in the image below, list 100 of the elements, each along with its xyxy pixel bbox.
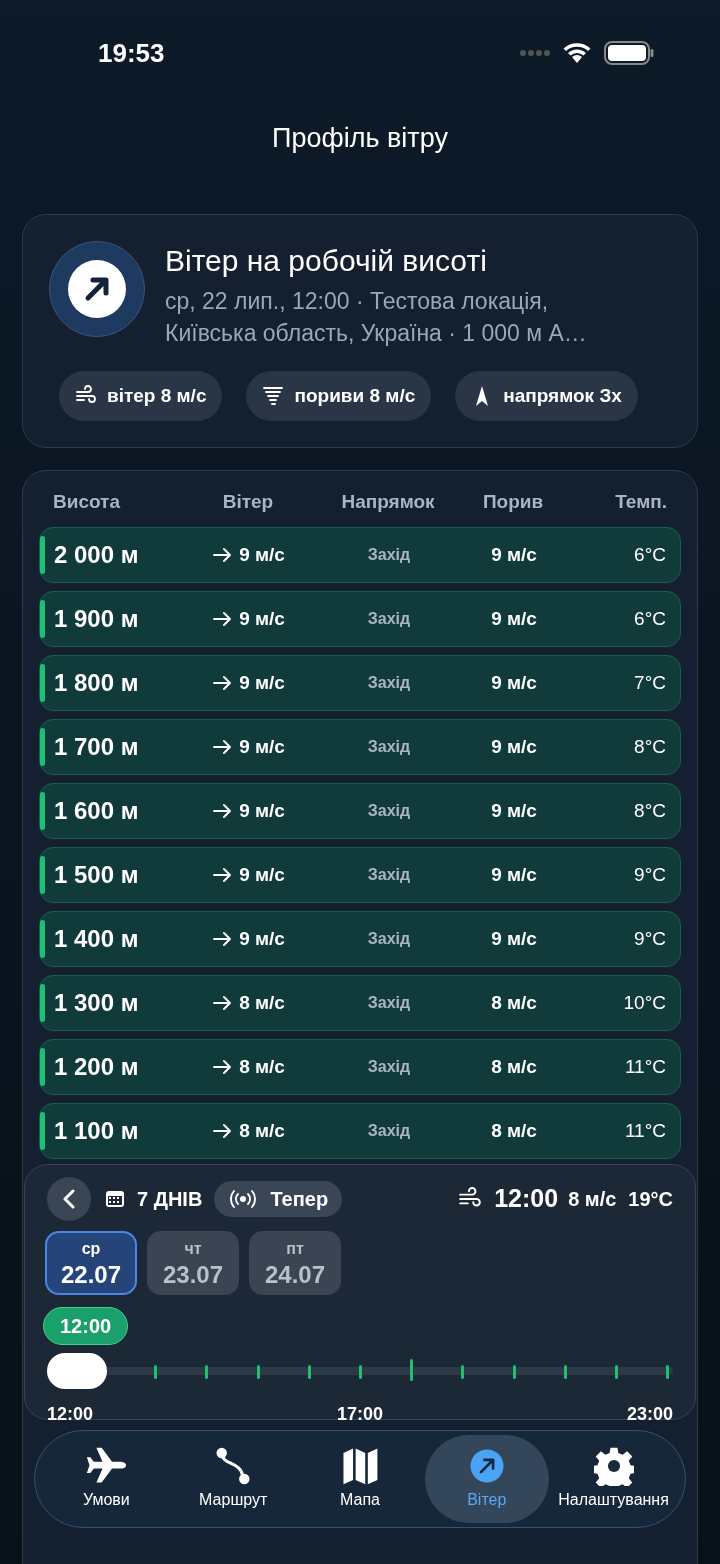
chip-label: вітер 8 м/с	[107, 383, 207, 408]
status-time: 19:53	[98, 36, 165, 70]
right-arrow-icon	[213, 611, 234, 627]
tab-bar-item[interactable]: Мапа	[298, 1435, 422, 1523]
calendar-icon	[105, 1189, 125, 1209]
direction-cell-text: Захід	[366, 545, 412, 565]
tab-bar-item[interactable]: Маршрут	[171, 1435, 296, 1523]
gust-cell-text: 9 м/с	[490, 670, 538, 695]
altitude-cell-text: 1 900 м	[54, 604, 140, 634]
temperature-cell-text: 8°C	[633, 734, 666, 759]
gust-cell-text: 9 м/с	[490, 542, 538, 567]
card-subtitle: ср, 22 лип., 12:00 · Тестова локація, Київська область, Україна · 1 000 м A…	[165, 287, 588, 348]
day-tab[interactable]: чт 23.07	[147, 1231, 239, 1295]
tick-label: 17:00	[336, 1403, 383, 1426]
now-button[interactable]: Тепер	[214, 1181, 343, 1217]
gust-cell-text: 9 м/с	[490, 734, 538, 759]
day-weekday: пт	[286, 1239, 304, 1259]
altitude-cell-text: 1 500 м	[54, 860, 140, 890]
wind-cell-text: 9 м/с	[239, 606, 285, 631]
time-slider[interactable]	[47, 1353, 673, 1389]
temperature-cell-text: 7°C	[633, 670, 666, 695]
cellular-signal-icon	[520, 49, 550, 57]
row-accent-bar	[40, 856, 45, 894]
altitude-cell-text: 2 000 м	[54, 540, 140, 570]
altitude-cell-text: 1 400 м	[54, 924, 140, 954]
right-arrow-icon	[213, 995, 234, 1011]
temperature-cell-text: 11°C	[623, 1118, 666, 1143]
temperature-cell-text: 9°C	[633, 862, 666, 887]
day-date: 24.07	[264, 1261, 326, 1289]
altitude-cell-text: 1 300 м	[54, 988, 140, 1018]
settings-icon	[593, 1446, 634, 1486]
gust-cell-text: 9 м/с	[490, 798, 538, 823]
airplane-icon	[86, 1446, 127, 1486]
direction-cell-text: Захід	[366, 1057, 412, 1077]
wind-cell-text: 9 м/с	[239, 542, 285, 567]
direction-cell-text: Захід	[366, 737, 412, 757]
chip-label: пориви 8 м/с	[294, 383, 416, 408]
map-icon	[340, 1446, 380, 1486]
temperature-cell-text: 6°C	[633, 606, 666, 631]
temperature-cell-text: 10°C	[622, 990, 666, 1015]
day-tab[interactable]: пт 24.07	[249, 1231, 341, 1295]
gust-cell-text: 9 м/с	[490, 606, 538, 631]
wifi-icon	[562, 42, 592, 64]
wind-cell-text: 9 м/с	[239, 862, 285, 887]
wind-cell-text: 8 м/с	[239, 1054, 285, 1079]
wind-cell-text: 8 м/с	[239, 990, 285, 1015]
direction-cell-text: Захід	[366, 929, 412, 949]
broadcast-icon	[228, 1189, 259, 1209]
altitude-cell-text: 1 700 м	[54, 732, 140, 762]
row-accent-bar	[40, 728, 45, 766]
gust-cell-text: 8 м/с	[490, 1118, 538, 1143]
tornado-icon	[262, 385, 285, 407]
back-button[interactable]	[47, 1177, 91, 1221]
temperature-cell-text: 6°C	[633, 542, 666, 567]
right-arrow-icon	[213, 675, 234, 691]
gust-cell-text: 8 м/с	[490, 990, 538, 1015]
gust-cell-text: 9 м/с	[490, 926, 538, 951]
direction-cell-text: Захід	[366, 1121, 412, 1141]
card-title: Вітер на робочій висоті	[165, 243, 488, 279]
tab-bar-item[interactable]: Налаштування	[551, 1435, 676, 1523]
row-accent-bar	[40, 536, 45, 574]
direction-cell-text: Захід	[366, 609, 412, 629]
wind-cell-text: 8 м/с	[239, 1118, 285, 1143]
gust-cell-text: 9 м/с	[490, 862, 538, 887]
right-arrow-icon	[213, 547, 234, 563]
right-arrow-icon	[213, 739, 234, 755]
wind-cell-text: 9 м/с	[239, 670, 285, 695]
time-badge: 12:00	[43, 1307, 129, 1345]
day-tab[interactable]: ср 22.07	[45, 1231, 137, 1295]
column-header: Вітер	[221, 489, 275, 514]
temperature-cell-text: 11°C	[623, 1054, 666, 1079]
direction-cell-text: Захід	[366, 865, 412, 885]
chip-label: напрямок Зх	[503, 383, 622, 408]
right-arrow-icon	[213, 867, 234, 883]
altitude-cell-text: 1 600 м	[54, 796, 140, 826]
row-accent-bar	[40, 664, 45, 702]
current-temperature: 19°C	[628, 1187, 673, 1212]
gust-cell-text: 8 м/с	[490, 1054, 538, 1079]
slider-thumb[interactable]	[47, 1353, 107, 1389]
wind-cell-text: 9 м/с	[239, 734, 285, 759]
wind-cell-text: 9 м/с	[239, 798, 285, 823]
temperature-cell-text: 8°C	[633, 798, 666, 823]
row-accent-bar	[40, 1048, 45, 1086]
day-weekday: чт	[184, 1239, 202, 1259]
tab-bar-item[interactable]: Вітер	[424, 1435, 549, 1523]
altitude-cell-text: 1 200 м	[54, 1052, 140, 1082]
chevron-left-icon	[62, 1189, 76, 1209]
column-header: Висота	[53, 489, 121, 514]
right-arrow-icon	[213, 1123, 234, 1139]
direction-cell-text: Захід	[366, 673, 412, 693]
altitude-cell-text: 1 100 м	[54, 1116, 140, 1146]
day-date: 22.07	[60, 1261, 122, 1289]
column-header: Порив	[481, 489, 545, 514]
day-weekday: ср	[81, 1239, 101, 1259]
tab-bar-item[interactable]: Умови	[44, 1435, 169, 1523]
current-wind: 8 м/с	[568, 1187, 617, 1212]
column-header: Темп.	[614, 489, 667, 514]
direction-cell-text: Захід	[366, 993, 412, 1013]
right-arrow-icon	[213, 931, 234, 947]
row-accent-bar	[40, 920, 45, 958]
